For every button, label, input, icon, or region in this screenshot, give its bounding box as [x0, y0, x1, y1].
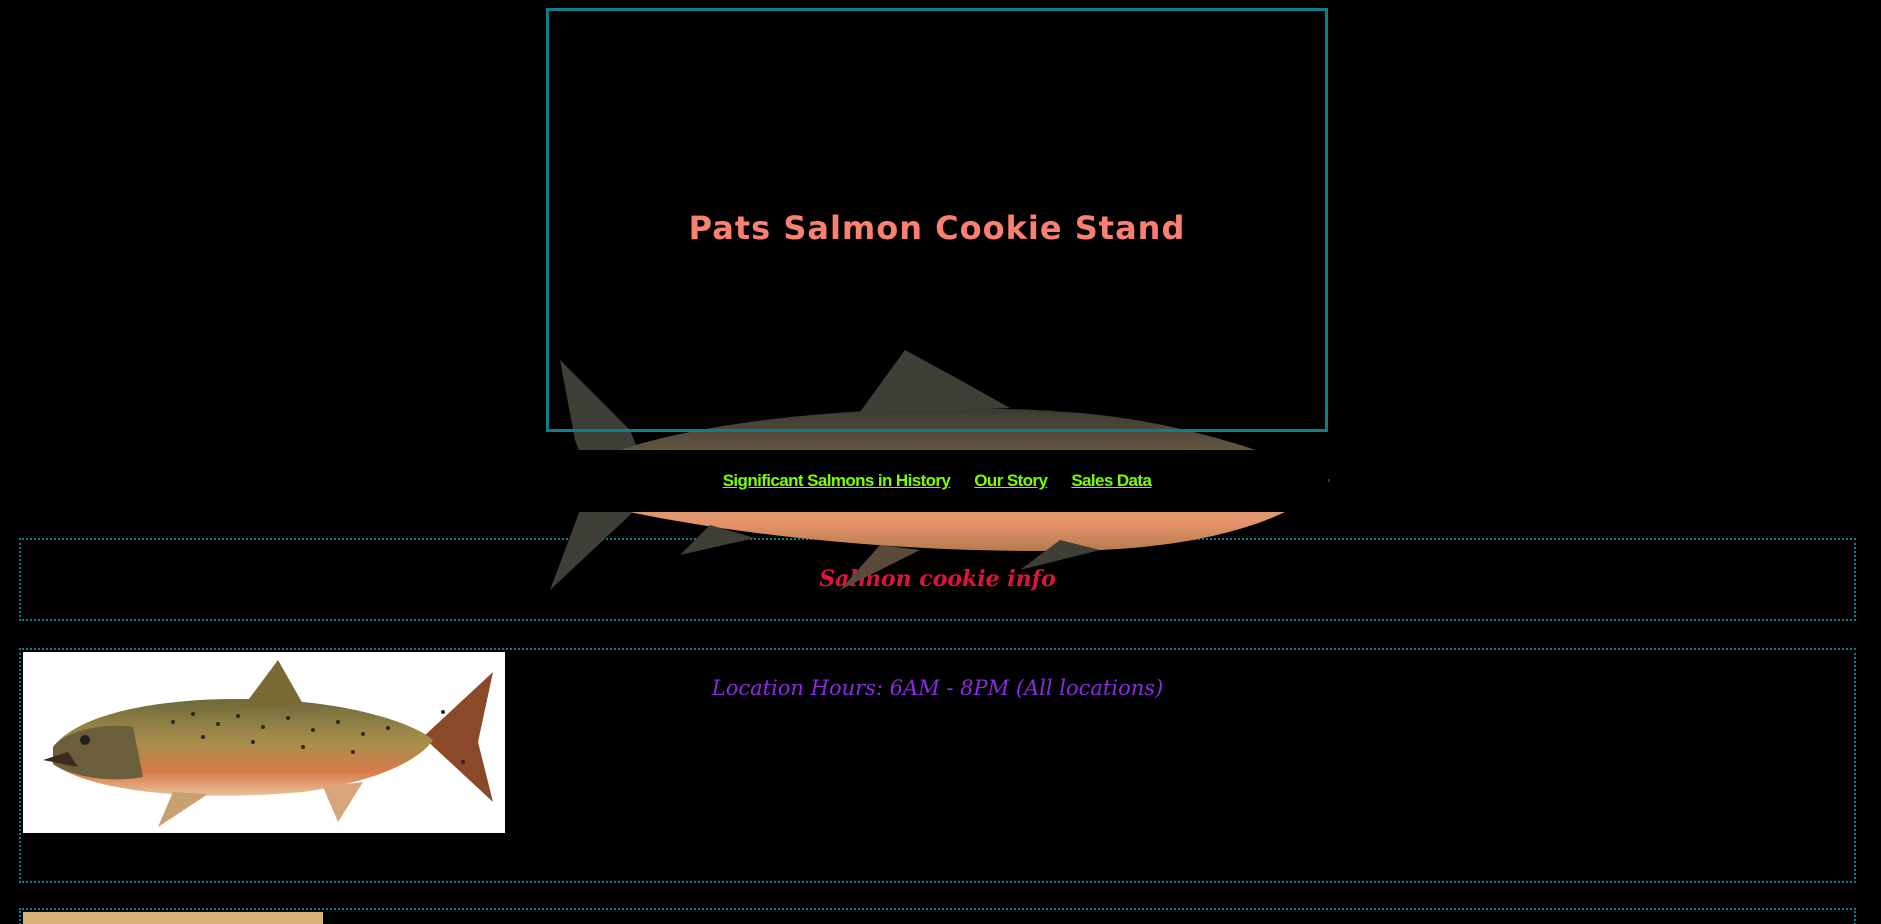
- next-section: [19, 908, 1856, 924]
- nav-link-our-story[interactable]: Our Story: [974, 471, 1048, 491]
- nav-link-significant-salmons[interactable]: Significant Salmons in History: [723, 471, 951, 491]
- page-title: Pats Salmon Cookie Stand: [688, 209, 1186, 247]
- main-nav: Significant Salmons in History Our Story…: [546, 450, 1328, 512]
- location-hours-text: Location Hours: 6AM - 8PM (All locations…: [711, 676, 1164, 700]
- nav-link-sales-data[interactable]: Sales Data: [1071, 471, 1152, 491]
- hours-section: Location Hours: 6AM - 8PM (All locations…: [19, 648, 1856, 883]
- page: Pats Salmon Cookie Stand Significant Sal…: [0, 0, 1881, 924]
- header-banner: Pats Salmon Cookie Stand: [546, 8, 1328, 432]
- section-image: [23, 912, 323, 924]
